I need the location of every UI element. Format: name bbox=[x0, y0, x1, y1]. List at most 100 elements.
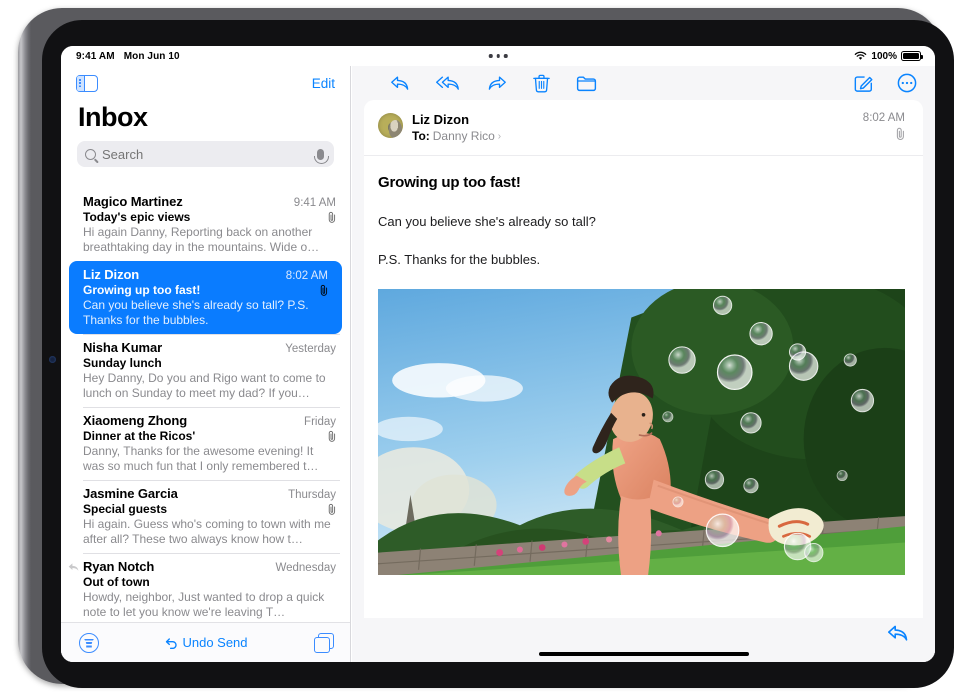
status-bar: 9:41 AM Mon Jun 10 100% bbox=[61, 46, 935, 66]
sender-name: Liz Dizon bbox=[412, 112, 470, 127]
list-divider bbox=[83, 334, 340, 335]
message-sender: Xiaomeng Zhong bbox=[83, 413, 188, 428]
message-list-item[interactable]: Jasmine Garcia Thursday Special guests Hi a… bbox=[61, 480, 350, 553]
compose-button[interactable] bbox=[854, 73, 873, 93]
message-preview: Howdy, neighbor, Just wanted to drop a q… bbox=[83, 590, 325, 619]
reply-all-icon bbox=[436, 75, 459, 90]
message-body: Growing up too fast! Can you believe she… bbox=[364, 156, 923, 575]
page-title: Inbox bbox=[78, 102, 148, 132]
message-subject: Today's epic views bbox=[83, 210, 191, 224]
avatar[interactable] bbox=[378, 113, 403, 138]
message-paragraph-1: Can you believe she's already so tall? bbox=[378, 214, 596, 229]
message-preview: Danny, Thanks for the awesome evening! I… bbox=[83, 444, 319, 473]
message-list-item[interactable]: Ryan Notch Wednesday Out of town Howdy, nei… bbox=[61, 553, 350, 622]
undo-arrow-icon bbox=[166, 637, 178, 649]
message-sender: Magico Martinez bbox=[83, 194, 183, 209]
paperclip-icon bbox=[320, 284, 328, 296]
message-sender: Nisha Kumar bbox=[83, 340, 163, 355]
reply-all-button[interactable] bbox=[436, 74, 461, 93]
sender-block: Liz Dizon To: Danny Rico › bbox=[412, 112, 501, 143]
message-list-item[interactable]: Liz Dizon 8:02 AM Growing up too fast! Can … bbox=[69, 261, 342, 334]
sidebar-toggle-icon[interactable] bbox=[76, 74, 98, 92]
message-paragraph-2: P.S. Thanks for the bubbles. bbox=[378, 252, 541, 267]
reply-button-bottom[interactable] bbox=[887, 624, 909, 648]
message-detail-pane: Liz Dizon To: Danny Rico › 8:02 AM Growi… bbox=[352, 66, 935, 662]
mailbox-sidebar: Edit Inbox Magico Martinez 9:41 AM Today's… bbox=[61, 66, 351, 662]
undo-send-label: Undo Send bbox=[182, 635, 248, 650]
message-date: Friday bbox=[304, 416, 336, 428]
search-field[interactable] bbox=[77, 141, 334, 167]
trash-icon bbox=[533, 74, 550, 92]
paperclip-icon bbox=[328, 503, 336, 515]
sidebar-bottom-toolbar: Undo Send bbox=[61, 622, 350, 662]
message-preview: Hi again Danny, Reporting back on anothe… bbox=[83, 225, 320, 254]
message-subject: Dinner at the Ricos' bbox=[83, 429, 196, 443]
message-sender: Ryan Notch bbox=[83, 559, 155, 574]
message-date: Thursday bbox=[288, 489, 336, 501]
message-subject: Growing up too fast! bbox=[378, 174, 521, 191]
search-icon bbox=[85, 148, 96, 160]
message-subject: Out of town bbox=[83, 575, 150, 589]
move-to-folder-button[interactable] bbox=[576, 74, 597, 93]
detail-toolbar-left bbox=[390, 74, 597, 93]
message-sender: Jasmine Garcia bbox=[83, 486, 178, 501]
home-indicator[interactable] bbox=[538, 652, 749, 656]
chevron-right-icon: › bbox=[497, 130, 502, 142]
reply-icon bbox=[391, 75, 409, 90]
message-preview: Can you believe she's already so tall? P… bbox=[83, 298, 309, 327]
ellipsis-circle-icon bbox=[897, 73, 917, 93]
message-list-item[interactable]: Magico Martinez 9:41 AM Today's epic views… bbox=[61, 188, 350, 261]
reply-button[interactable] bbox=[390, 74, 410, 93]
message-subject: Sunday lunch bbox=[83, 356, 162, 370]
new-message-stack-icon[interactable] bbox=[314, 633, 334, 653]
edit-button[interactable]: Edit bbox=[312, 76, 335, 91]
detail-bottom-bar bbox=[352, 618, 935, 662]
reply-icon bbox=[888, 625, 908, 641]
compose-pencil-icon bbox=[854, 75, 873, 92]
message-list-item[interactable]: Nisha Kumar Yesterday Sunday lunch Hey Dann… bbox=[61, 334, 350, 407]
sidebar-topbar: Edit bbox=[61, 66, 350, 100]
battery-percent-label: 100% bbox=[871, 50, 897, 62]
search-input[interactable] bbox=[102, 146, 311, 162]
message-photo-attachment[interactable] bbox=[378, 289, 905, 575]
message-subject: Special guests bbox=[83, 502, 168, 516]
message-preview: Hi again. Guess who's coming to town wit… bbox=[83, 517, 331, 546]
delete-button[interactable] bbox=[533, 74, 550, 93]
message-preview: Hey Danny, Do you and Rigo want to come … bbox=[83, 371, 326, 400]
message-sender: Liz Dizon bbox=[83, 267, 140, 282]
message-date: 8:02 AM bbox=[285, 270, 328, 282]
message-date: Yesterday bbox=[285, 343, 336, 355]
replied-arrow-icon bbox=[68, 563, 79, 571]
battery-icon bbox=[901, 51, 924, 61]
front-camera-icon bbox=[49, 356, 56, 363]
microphone-icon[interactable] bbox=[314, 148, 329, 164]
message-list-item[interactable]: Xiaomeng Zhong Friday Dinner at the Ricos'… bbox=[61, 407, 350, 480]
paperclip-icon bbox=[328, 211, 336, 223]
message-list[interactable]: Magico Martinez 9:41 AM Today's epic views… bbox=[61, 188, 350, 622]
forward-button[interactable] bbox=[487, 74, 507, 93]
detail-toolbar bbox=[352, 66, 935, 100]
message-subject: Growing up too fast! bbox=[83, 283, 201, 297]
paperclip-icon bbox=[896, 127, 904, 140]
more-options-button[interactable] bbox=[897, 73, 917, 93]
status-date: Mon Jun 10 bbox=[123, 50, 180, 62]
folder-icon bbox=[576, 75, 597, 91]
list-divider bbox=[83, 407, 340, 408]
message-date: Wednesday bbox=[275, 562, 336, 574]
list-divider bbox=[83, 480, 340, 481]
multitasking-dots-icon[interactable] bbox=[488, 54, 508, 58]
recipient-line[interactable]: To: Danny Rico › bbox=[412, 129, 501, 143]
list-divider bbox=[83, 553, 340, 554]
status-bar-right: 100% bbox=[854, 50, 924, 62]
detail-toolbar-right bbox=[854, 73, 917, 93]
message-time: 8:02 AM bbox=[862, 112, 905, 124]
forward-icon bbox=[488, 75, 506, 90]
filter-icon[interactable] bbox=[79, 632, 99, 653]
wifi-icon bbox=[855, 51, 867, 60]
undo-send-button[interactable]: Undo Send bbox=[165, 635, 248, 650]
message-header-right: 8:02 AM bbox=[863, 112, 905, 145]
recipient-name: Danny Rico bbox=[432, 129, 495, 143]
status-time: 9:41 AM bbox=[76, 50, 115, 62]
message-header: Liz Dizon To: Danny Rico › 8:02 AM bbox=[364, 100, 923, 156]
paperclip-icon bbox=[328, 430, 336, 442]
